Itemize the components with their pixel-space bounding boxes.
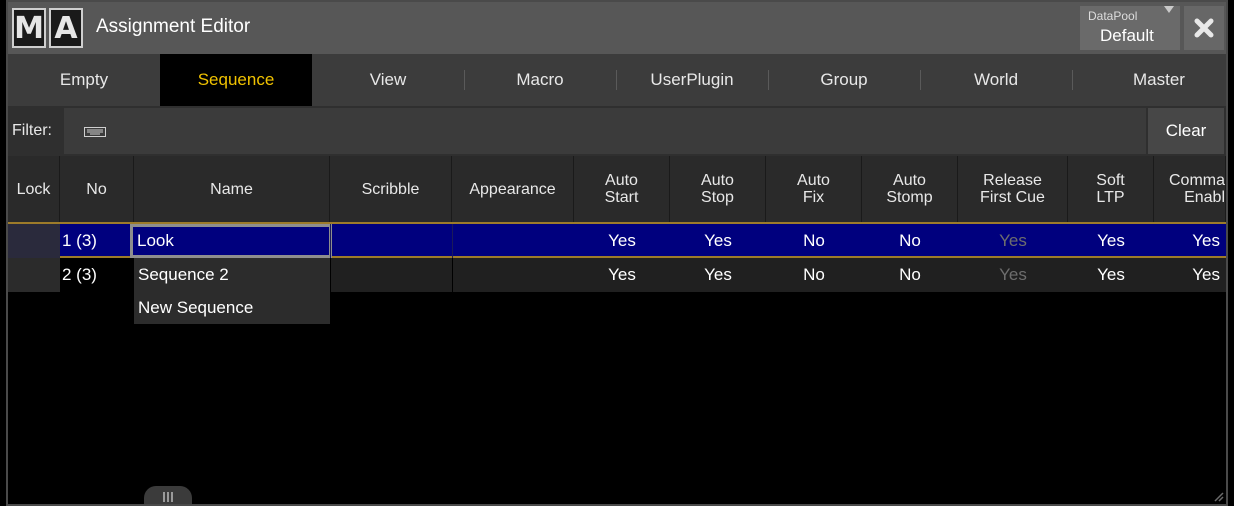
ma-logo: M A <box>12 8 83 48</box>
datapool-selector[interactable]: DataPool Default <box>1080 6 1180 50</box>
col-header-auto-stop[interactable]: Auto Stop <box>670 156 766 222</box>
auto-fix-cell[interactable]: No <box>766 224 862 258</box>
datapool-value: Default <box>1100 26 1154 45</box>
filter-label: Filter: <box>12 122 52 139</box>
clear-button[interactable]: Clear <box>1148 108 1224 154</box>
filter-input[interactable] <box>64 108 1146 154</box>
tab-view[interactable]: View <box>312 54 464 106</box>
window-title: Assignment Editor <box>96 16 251 37</box>
col-header-scribble[interactable]: Scribble <box>330 156 452 222</box>
auto-stomp-cell[interactable]: No <box>862 258 958 292</box>
command-enable-cell[interactable]: Yes <box>1154 224 1226 258</box>
assignment-editor-window: M A Assignment Editor DataPool Default E… <box>6 0 1228 506</box>
name-cell[interactable]: Look <box>130 224 332 258</box>
dropdown-caret-icon <box>1164 6 1174 13</box>
resize-handle[interactable] <box>144 486 192 504</box>
datapool-label: DataPool <box>1088 9 1138 23</box>
tab-world[interactable]: World <box>920 54 1072 106</box>
tab-macro[interactable]: Macro <box>464 54 616 106</box>
close-icon <box>1194 18 1214 38</box>
soft-ltp-cell[interactable]: Yes <box>1068 258 1154 292</box>
auto-stop-cell[interactable]: Yes <box>670 258 766 292</box>
close-button[interactable] <box>1184 6 1224 50</box>
auto-fix-cell[interactable]: No <box>766 258 862 292</box>
logo-letter-a: A <box>49 8 83 48</box>
tab-sequence[interactable]: Sequence <box>160 54 312 106</box>
tab-master[interactable]: Master <box>1072 54 1226 106</box>
col-header-appearance[interactable]: Appearance <box>452 156 574 222</box>
appearance-cell[interactable] <box>452 224 574 258</box>
appearance-cell[interactable] <box>452 258 574 292</box>
lock-cell[interactable] <box>8 258 60 292</box>
tab-group[interactable]: Group <box>768 54 920 106</box>
filter-bar: Filter: Clear <box>8 106 1226 156</box>
name-cell[interactable]: Sequence 2 <box>134 258 330 292</box>
auto-stop-cell[interactable]: Yes <box>670 224 766 258</box>
lock-cell[interactable] <box>8 224 60 258</box>
grid-header: Lock No Name Scribble Appearance Auto St… <box>8 156 1226 224</box>
resize-grip-icon[interactable] <box>1212 490 1224 502</box>
table-row[interactable]: 1 (3) Look Yes Yes No No Yes Yes Yes <box>8 224 1226 258</box>
auto-start-cell[interactable]: Yes <box>574 224 670 258</box>
col-header-command-enable[interactable]: Comma Enabl <box>1154 156 1226 222</box>
grip-line <box>167 492 169 502</box>
col-header-name[interactable]: Name <box>134 156 330 222</box>
grip-line <box>163 492 165 502</box>
release-first-cue-cell[interactable]: Yes <box>958 224 1068 258</box>
release-first-cue-cell[interactable]: Yes <box>958 258 1068 292</box>
new-sequence-item[interactable]: New Sequence <box>134 292 330 324</box>
col-header-auto-fix[interactable]: Auto Fix <box>766 156 862 222</box>
scribble-cell[interactable] <box>330 224 452 258</box>
logo-letter-m: M <box>12 8 46 48</box>
tab-empty[interactable]: Empty <box>8 54 160 106</box>
scribble-cell[interactable] <box>330 258 452 292</box>
col-header-no[interactable]: No <box>60 156 134 222</box>
table-row[interactable]: 2 (3) Sequence 2 Yes Yes No No Yes Yes Y… <box>8 258 1226 292</box>
col-header-auto-stomp[interactable]: Auto Stomp <box>862 156 958 222</box>
auto-stomp-cell[interactable]: No <box>862 224 958 258</box>
command-enable-cell[interactable]: Yes <box>1154 258 1226 292</box>
title-bar[interactable]: M A Assignment Editor DataPool Default <box>8 2 1226 54</box>
no-cell: 1 (3) <box>62 231 97 250</box>
col-header-auto-start[interactable]: Auto Start <box>574 156 670 222</box>
keyboard-icon[interactable] <box>84 127 106 137</box>
no-cell: 2 (3) <box>62 258 134 292</box>
col-header-lock[interactable]: Lock <box>8 156 60 222</box>
grip-line <box>171 492 173 502</box>
soft-ltp-cell[interactable]: Yes <box>1068 224 1154 258</box>
col-header-release-first-cue[interactable]: Release First Cue <box>958 156 1068 222</box>
tab-bar: Empty Sequence View Macro UserPlugin Gro… <box>8 54 1226 106</box>
auto-start-cell[interactable]: Yes <box>574 258 670 292</box>
tab-userplugin[interactable]: UserPlugin <box>616 54 768 106</box>
col-header-soft-ltp[interactable]: Soft LTP <box>1068 156 1154 222</box>
